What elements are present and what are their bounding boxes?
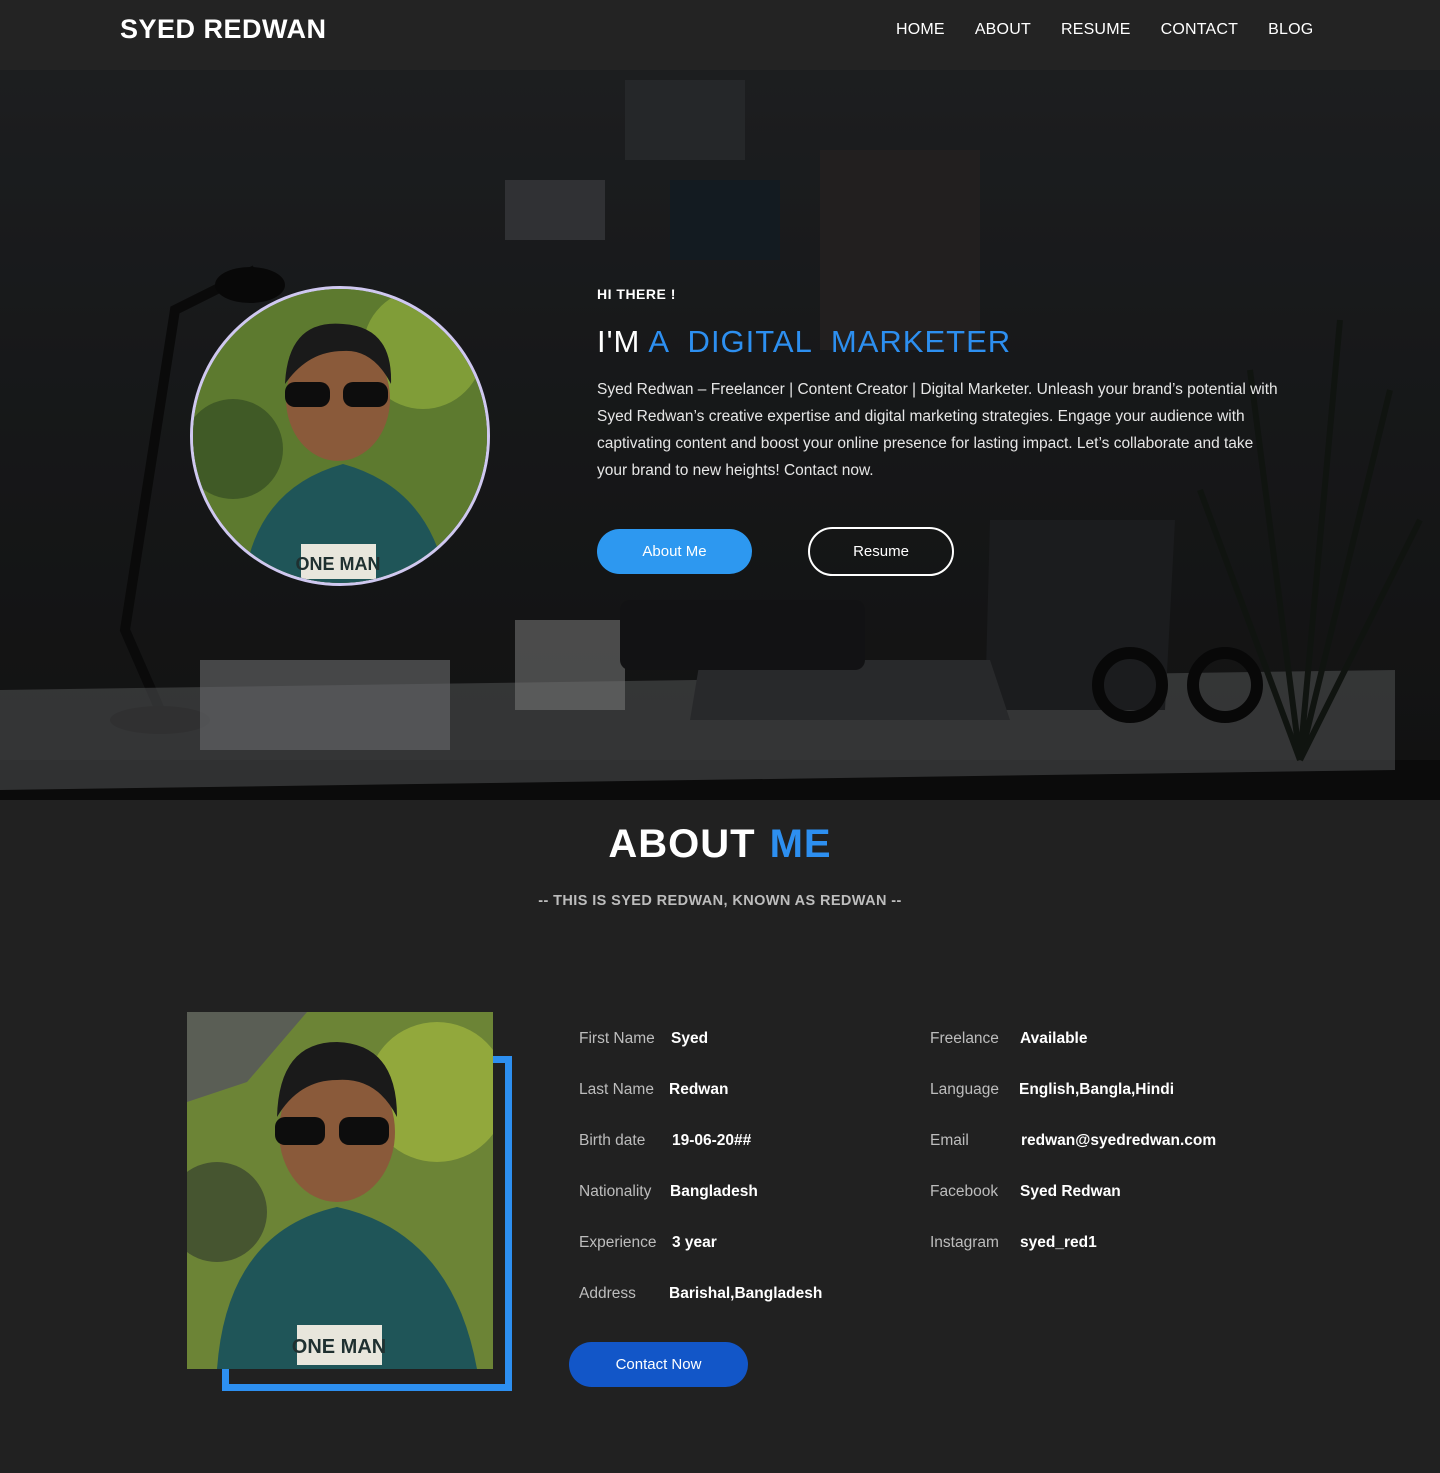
photo-shirt-text: ONE MAN bbox=[292, 1336, 386, 1358]
info-facebook: Facebook Syed Redwan bbox=[930, 1183, 1121, 1201]
info-value: 3 year bbox=[672, 1234, 717, 1251]
info-label: First Name bbox=[579, 1030, 655, 1047]
info-value: Barishal,Bangladesh bbox=[669, 1285, 823, 1302]
info-label: Last Name bbox=[579, 1081, 654, 1098]
info-value: 19-06-20## bbox=[672, 1132, 752, 1149]
hero-avatar: ONE MAN bbox=[190, 286, 490, 586]
nav-blog[interactable]: BLOG bbox=[1268, 21, 1313, 39]
navbar: SYED REDWAN HOME ABOUT RESUME CONTACT BL… bbox=[0, 0, 1440, 70]
hero-greeting: HI THERE ! bbox=[597, 286, 676, 302]
resume-button[interactable]: Resume bbox=[808, 527, 954, 576]
info-birth-date: Birth date 19-06-20## bbox=[579, 1132, 751, 1150]
info-value: Available bbox=[1020, 1030, 1088, 1047]
nav-home[interactable]: HOME bbox=[896, 21, 945, 39]
info-email: Email redwan@syedredwan.com bbox=[930, 1132, 1216, 1150]
hero-headline: I'M A DIGITAL MARKETER bbox=[597, 324, 1011, 360]
contact-now-button[interactable]: Contact Now bbox=[569, 1342, 748, 1387]
nav-about[interactable]: ABOUT bbox=[975, 21, 1031, 39]
info-freelance: Freelance Available bbox=[930, 1030, 1088, 1048]
info-language: Language English,Bangla,Hindi bbox=[930, 1081, 1174, 1099]
about-title-main: ABOUT bbox=[608, 822, 756, 866]
headline-accent: A DIGITAL MARKETER bbox=[648, 324, 1012, 359]
hero-intro: Syed Redwan – Freelancer | Content Creat… bbox=[597, 381, 1278, 479]
info-label: Nationality bbox=[579, 1183, 652, 1200]
info-label: Email bbox=[930, 1132, 969, 1149]
info-instagram: Instagram syed_red1 bbox=[930, 1234, 1097, 1252]
hero-section: ONE MAN HI THERE ! I'M A DIGITAL MARKETER… bbox=[0, 70, 1440, 800]
info-value[interactable]: Syed Redwan bbox=[1020, 1183, 1121, 1201]
info-experience: Experience 3 year bbox=[579, 1234, 717, 1252]
brand-logo[interactable]: SYED REDWAN bbox=[120, 14, 327, 45]
nav-resume[interactable]: RESUME bbox=[1061, 21, 1131, 39]
nav-menu: HOME ABOUT RESUME CONTACT BLOG bbox=[896, 21, 1343, 39]
about-title: ABOUT ME bbox=[0, 822, 1440, 867]
info-first-name: First Name Syed bbox=[579, 1030, 708, 1048]
info-label: Language bbox=[930, 1081, 999, 1098]
about-title-accent: ME bbox=[769, 822, 832, 866]
about-subtitle: -- THIS IS SYED REDWAN, KNOWN AS REDWAN … bbox=[538, 893, 902, 909]
info-label: Birth date bbox=[579, 1132, 646, 1149]
info-value: Syed bbox=[671, 1030, 709, 1047]
info-label: Address bbox=[579, 1285, 636, 1302]
info-label: Facebook bbox=[930, 1183, 999, 1200]
avatar-shirt-text: ONE MAN bbox=[296, 554, 381, 574]
avatar-portrait: ONE MAN bbox=[193, 289, 487, 583]
info-label: Freelance bbox=[930, 1030, 999, 1047]
headline-prefix: I'M bbox=[597, 324, 641, 359]
info-label: Experience bbox=[579, 1234, 657, 1251]
info-label: Instagram bbox=[930, 1234, 999, 1251]
about-me-button[interactable]: About Me bbox=[597, 529, 752, 574]
info-value[interactable]: redwan@syedredwan.com bbox=[1021, 1132, 1216, 1150]
about-photo: ONE MAN bbox=[187, 1012, 493, 1369]
info-last-name: Last Name Redwan bbox=[579, 1081, 728, 1099]
nav-contact[interactable]: CONTACT bbox=[1161, 21, 1239, 39]
about-portrait: ONE MAN bbox=[187, 1012, 493, 1369]
info-address: Address Barishal,Bangladesh bbox=[579, 1285, 822, 1303]
info-nationality: Nationality Bangladesh bbox=[579, 1183, 758, 1201]
info-value: English,Bangla,Hindi bbox=[1019, 1081, 1175, 1098]
info-value[interactable]: syed_red1 bbox=[1020, 1234, 1097, 1252]
info-value: Bangladesh bbox=[670, 1183, 758, 1200]
info-value: Redwan bbox=[669, 1081, 729, 1098]
